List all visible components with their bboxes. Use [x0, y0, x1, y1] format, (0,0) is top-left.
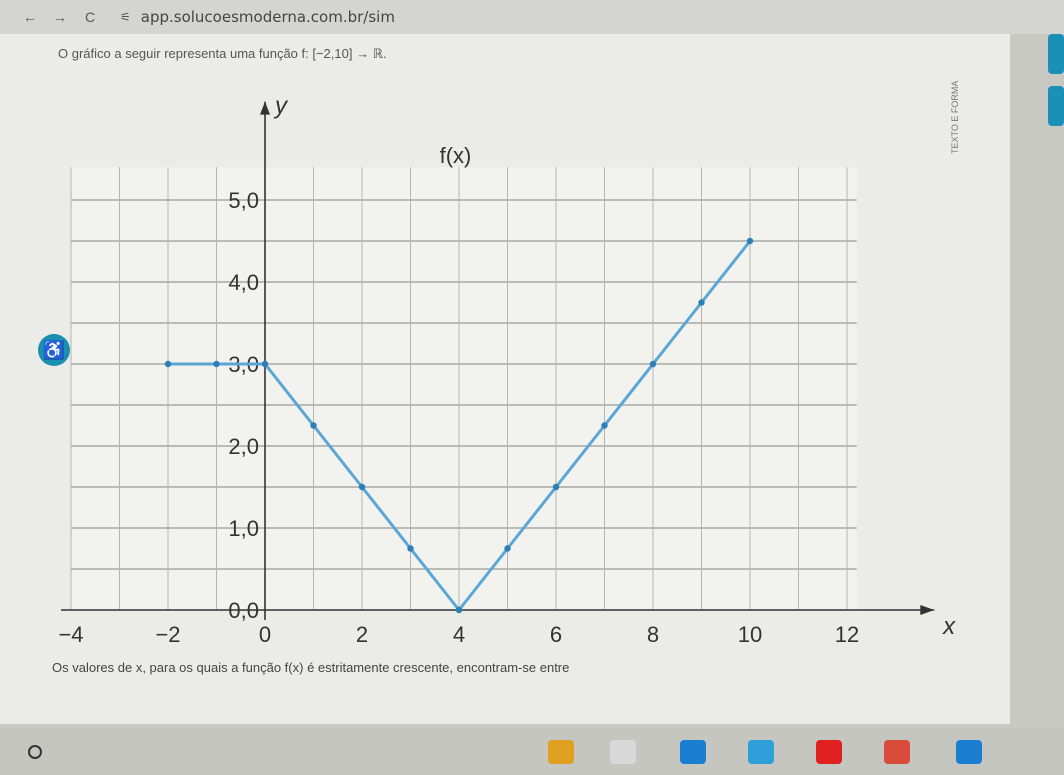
function-chart: −4 −2 0 2 4 6 8 10 120,01,02,03,04,05,0xyf(x)	[58, 93, 956, 647]
data-point	[455, 606, 463, 614]
photos-icon[interactable]	[884, 740, 910, 764]
x-tick-label: 12	[835, 622, 859, 647]
function-label: f(x)	[440, 143, 472, 168]
chrome-icon[interactable]	[548, 740, 574, 764]
data-point	[746, 237, 754, 245]
forward-icon[interactable]: →	[52, 9, 68, 25]
x-tick-label: 6	[550, 622, 562, 647]
reload-icon[interactable]: C	[82, 9, 98, 25]
data-point	[601, 422, 608, 429]
y-tick-label: 5,0	[228, 188, 259, 213]
y-tick-label: 4,0	[228, 270, 259, 295]
y-tick-label: 0,0	[228, 598, 259, 623]
data-point	[649, 360, 657, 368]
x-tick-label: 10	[738, 622, 762, 647]
data-point	[504, 545, 511, 552]
data-point	[310, 422, 317, 429]
keep-icon[interactable]	[956, 740, 982, 764]
grid-background	[71, 167, 857, 610]
data-point	[552, 483, 560, 491]
site-settings-icon[interactable]: ⚟	[120, 10, 131, 24]
launcher-icon[interactable]	[28, 744, 42, 759]
x-axis-label: x	[942, 613, 956, 640]
x-axis-arrow	[920, 605, 935, 615]
taskbar	[0, 728, 1064, 775]
x-tick-label: 0	[259, 622, 271, 647]
browser-toolbar: ← → C ⚟ app.solucoesmoderna.com.br/sim	[0, 0, 1064, 34]
data-point	[261, 360, 269, 368]
x-tick-label: −4	[58, 622, 83, 647]
x-tick-label: 2	[356, 622, 368, 647]
x-tick-label: −2	[155, 622, 180, 647]
play-store-icon[interactable]	[748, 740, 774, 764]
gmail-icon[interactable]	[610, 740, 636, 764]
data-point	[213, 360, 220, 368]
files-icon[interactable]	[680, 740, 706, 764]
data-point	[407, 545, 414, 552]
x-tick-label: 4	[453, 622, 465, 647]
data-point	[164, 360, 172, 368]
data-point	[358, 483, 366, 491]
edge-tab-2	[1048, 86, 1064, 126]
y-tick-label: 2,0	[228, 434, 259, 459]
question-footer: Os valores de x, para os quais a função …	[52, 660, 570, 675]
back-icon[interactable]: ←	[22, 9, 38, 25]
y-axis-label: y	[273, 93, 289, 120]
x-tick-label: 8	[647, 622, 659, 647]
edge-tab-1	[1048, 34, 1064, 74]
address-bar[interactable]: ⚟ app.solucoesmoderna.com.br/sim	[120, 8, 395, 26]
youtube-icon[interactable]	[816, 740, 842, 764]
url-text: app.solucoesmoderna.com.br/sim	[140, 8, 395, 26]
data-point	[698, 299, 705, 306]
y-tick-label: 1,0	[228, 516, 259, 541]
y-axis-arrow	[260, 101, 270, 115]
